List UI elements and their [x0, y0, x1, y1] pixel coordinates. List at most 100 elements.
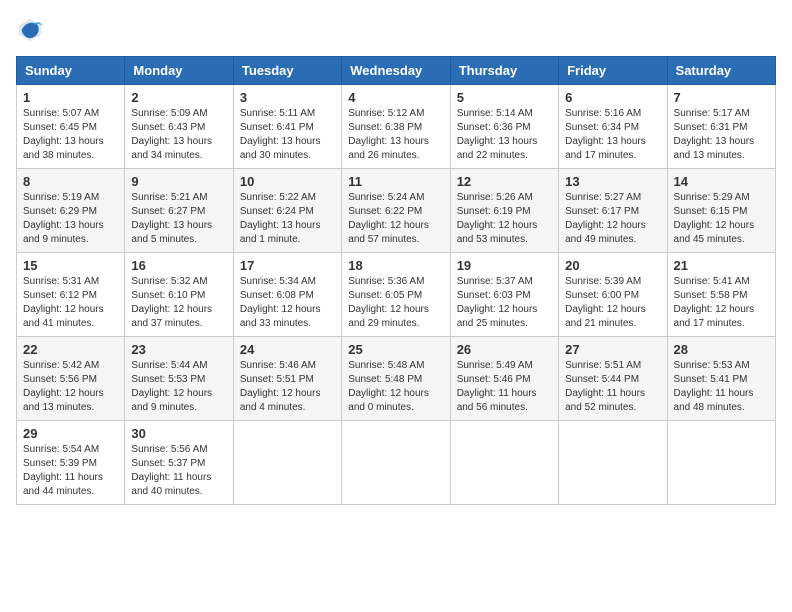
day-info: Sunrise: 5:11 AMSunset: 6:41 PMDaylight:… [240, 107, 335, 163]
day-cell [342, 421, 450, 505]
logo-icon [16, 16, 44, 44]
day-number: 28 [674, 342, 769, 357]
day-number: 23 [131, 342, 226, 357]
day-cell: 30 Sunrise: 5:56 AMSunset: 5:37 PMDaylig… [125, 421, 233, 505]
day-cell [233, 421, 341, 505]
day-cell: 20 Sunrise: 5:39 AMSunset: 6:00 PMDaylig… [559, 253, 667, 337]
day-info: Sunrise: 5:39 AMSunset: 6:00 PMDaylight:… [565, 275, 660, 331]
day-number: 30 [131, 426, 226, 441]
day-info: Sunrise: 5:19 AMSunset: 6:29 PMDaylight:… [23, 191, 118, 247]
day-info: Sunrise: 5:56 AMSunset: 5:37 PMDaylight:… [131, 443, 226, 499]
day-cell: 5 Sunrise: 5:14 AMSunset: 6:36 PMDayligh… [450, 85, 558, 169]
day-info: Sunrise: 5:27 AMSunset: 6:17 PMDaylight:… [565, 191, 660, 247]
day-info: Sunrise: 5:22 AMSunset: 6:24 PMDaylight:… [240, 191, 335, 247]
day-info: Sunrise: 5:44 AMSunset: 5:53 PMDaylight:… [131, 359, 226, 415]
day-cell: 12 Sunrise: 5:26 AMSunset: 6:19 PMDaylig… [450, 169, 558, 253]
day-cell: 4 Sunrise: 5:12 AMSunset: 6:38 PMDayligh… [342, 85, 450, 169]
day-number: 9 [131, 174, 226, 189]
day-cell: 15 Sunrise: 5:31 AMSunset: 6:12 PMDaylig… [17, 253, 125, 337]
day-info: Sunrise: 5:29 AMSunset: 6:15 PMDaylight:… [674, 191, 769, 247]
day-number: 27 [565, 342, 660, 357]
weekday-saturday: Saturday [667, 57, 775, 85]
day-cell: 2 Sunrise: 5:09 AMSunset: 6:43 PMDayligh… [125, 85, 233, 169]
day-cell: 3 Sunrise: 5:11 AMSunset: 6:41 PMDayligh… [233, 85, 341, 169]
day-cell: 13 Sunrise: 5:27 AMSunset: 6:17 PMDaylig… [559, 169, 667, 253]
day-cell [450, 421, 558, 505]
day-info: Sunrise: 5:41 AMSunset: 5:58 PMDaylight:… [674, 275, 769, 331]
day-cell: 9 Sunrise: 5:21 AMSunset: 6:27 PMDayligh… [125, 169, 233, 253]
day-number: 8 [23, 174, 118, 189]
day-info: Sunrise: 5:17 AMSunset: 6:31 PMDaylight:… [674, 107, 769, 163]
day-info: Sunrise: 5:21 AMSunset: 6:27 PMDaylight:… [131, 191, 226, 247]
day-number: 17 [240, 258, 335, 273]
day-cell: 6 Sunrise: 5:16 AMSunset: 6:34 PMDayligh… [559, 85, 667, 169]
day-info: Sunrise: 5:37 AMSunset: 6:03 PMDaylight:… [457, 275, 552, 331]
weekday-sunday: Sunday [17, 57, 125, 85]
week-row-1: 1 Sunrise: 5:07 AMSunset: 6:45 PMDayligh… [17, 85, 776, 169]
day-info: Sunrise: 5:26 AMSunset: 6:19 PMDaylight:… [457, 191, 552, 247]
week-row-2: 8 Sunrise: 5:19 AMSunset: 6:29 PMDayligh… [17, 169, 776, 253]
day-cell: 29 Sunrise: 5:54 AMSunset: 5:39 PMDaylig… [17, 421, 125, 505]
day-info: Sunrise: 5:32 AMSunset: 6:10 PMDaylight:… [131, 275, 226, 331]
weekday-friday: Friday [559, 57, 667, 85]
day-number: 14 [674, 174, 769, 189]
day-info: Sunrise: 5:07 AMSunset: 6:45 PMDaylight:… [23, 107, 118, 163]
day-number: 7 [674, 90, 769, 105]
day-info: Sunrise: 5:51 AMSunset: 5:44 PMDaylight:… [565, 359, 660, 415]
day-info: Sunrise: 5:42 AMSunset: 5:56 PMDaylight:… [23, 359, 118, 415]
day-number: 26 [457, 342, 552, 357]
day-number: 10 [240, 174, 335, 189]
weekday-monday: Monday [125, 57, 233, 85]
day-cell: 16 Sunrise: 5:32 AMSunset: 6:10 PMDaylig… [125, 253, 233, 337]
day-cell: 27 Sunrise: 5:51 AMSunset: 5:44 PMDaylig… [559, 337, 667, 421]
day-number: 25 [348, 342, 443, 357]
week-row-3: 15 Sunrise: 5:31 AMSunset: 6:12 PMDaylig… [17, 253, 776, 337]
day-number: 15 [23, 258, 118, 273]
day-cell: 8 Sunrise: 5:19 AMSunset: 6:29 PMDayligh… [17, 169, 125, 253]
day-number: 19 [457, 258, 552, 273]
weekday-tuesday: Tuesday [233, 57, 341, 85]
day-cell: 14 Sunrise: 5:29 AMSunset: 6:15 PMDaylig… [667, 169, 775, 253]
day-number: 6 [565, 90, 660, 105]
day-number: 11 [348, 174, 443, 189]
day-cell: 28 Sunrise: 5:53 AMSunset: 5:41 PMDaylig… [667, 337, 775, 421]
calendar-table: SundayMondayTuesdayWednesdayThursdayFrid… [16, 56, 776, 505]
day-info: Sunrise: 5:48 AMSunset: 5:48 PMDaylight:… [348, 359, 443, 415]
day-number: 20 [565, 258, 660, 273]
week-row-5: 29 Sunrise: 5:54 AMSunset: 5:39 PMDaylig… [17, 421, 776, 505]
weekday-header-row: SundayMondayTuesdayWednesdayThursdayFrid… [17, 57, 776, 85]
day-info: Sunrise: 5:46 AMSunset: 5:51 PMDaylight:… [240, 359, 335, 415]
day-info: Sunrise: 5:09 AMSunset: 6:43 PMDaylight:… [131, 107, 226, 163]
day-info: Sunrise: 5:16 AMSunset: 6:34 PMDaylight:… [565, 107, 660, 163]
page-header [16, 16, 776, 44]
weekday-wednesday: Wednesday [342, 57, 450, 85]
day-cell: 17 Sunrise: 5:34 AMSunset: 6:08 PMDaylig… [233, 253, 341, 337]
day-number: 1 [23, 90, 118, 105]
day-info: Sunrise: 5:12 AMSunset: 6:38 PMDaylight:… [348, 107, 443, 163]
day-cell: 22 Sunrise: 5:42 AMSunset: 5:56 PMDaylig… [17, 337, 125, 421]
day-cell: 18 Sunrise: 5:36 AMSunset: 6:05 PMDaylig… [342, 253, 450, 337]
weekday-thursday: Thursday [450, 57, 558, 85]
day-cell: 26 Sunrise: 5:49 AMSunset: 5:46 PMDaylig… [450, 337, 558, 421]
day-cell: 21 Sunrise: 5:41 AMSunset: 5:58 PMDaylig… [667, 253, 775, 337]
day-info: Sunrise: 5:31 AMSunset: 6:12 PMDaylight:… [23, 275, 118, 331]
week-row-4: 22 Sunrise: 5:42 AMSunset: 5:56 PMDaylig… [17, 337, 776, 421]
day-number: 16 [131, 258, 226, 273]
day-number: 24 [240, 342, 335, 357]
day-number: 18 [348, 258, 443, 273]
day-cell: 19 Sunrise: 5:37 AMSunset: 6:03 PMDaylig… [450, 253, 558, 337]
day-cell [667, 421, 775, 505]
day-info: Sunrise: 5:14 AMSunset: 6:36 PMDaylight:… [457, 107, 552, 163]
day-info: Sunrise: 5:49 AMSunset: 5:46 PMDaylight:… [457, 359, 552, 415]
day-cell: 1 Sunrise: 5:07 AMSunset: 6:45 PMDayligh… [17, 85, 125, 169]
day-info: Sunrise: 5:53 AMSunset: 5:41 PMDaylight:… [674, 359, 769, 415]
day-number: 21 [674, 258, 769, 273]
day-info: Sunrise: 5:34 AMSunset: 6:08 PMDaylight:… [240, 275, 335, 331]
day-cell: 25 Sunrise: 5:48 AMSunset: 5:48 PMDaylig… [342, 337, 450, 421]
day-cell: 7 Sunrise: 5:17 AMSunset: 6:31 PMDayligh… [667, 85, 775, 169]
day-number: 4 [348, 90, 443, 105]
day-cell: 23 Sunrise: 5:44 AMSunset: 5:53 PMDaylig… [125, 337, 233, 421]
day-number: 12 [457, 174, 552, 189]
day-cell: 11 Sunrise: 5:24 AMSunset: 6:22 PMDaylig… [342, 169, 450, 253]
day-cell: 24 Sunrise: 5:46 AMSunset: 5:51 PMDaylig… [233, 337, 341, 421]
